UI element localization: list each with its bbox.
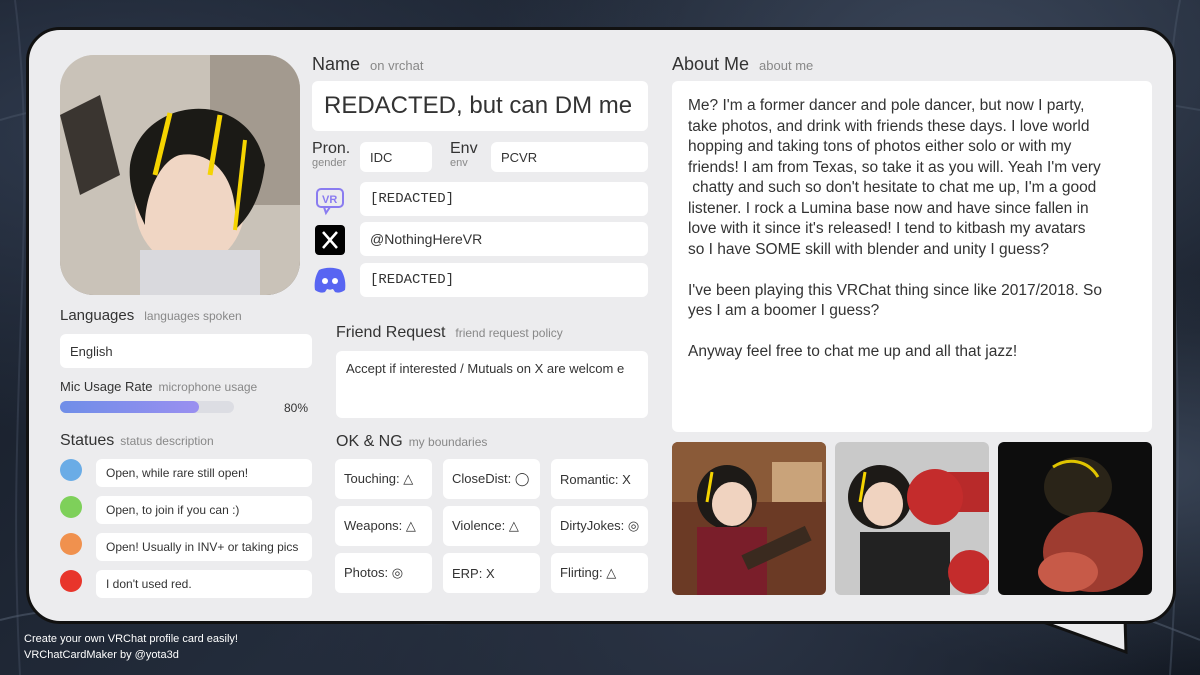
- env-label: Env env: [450, 140, 478, 170]
- friend-request-value: Accept if interested / Mutuals on X are …: [336, 351, 648, 418]
- name-value: REDACTED, but can DM me: [312, 81, 648, 131]
- name-heading: Name on vrchat: [312, 54, 424, 74]
- about-line: love with it since it's released! I tend…: [688, 220, 1086, 237]
- boundaries-heading: OK & NG my boundaries: [336, 433, 488, 450]
- about-heading: About Me about me: [672, 54, 814, 74]
- boundary-flirting: Flirting: △: [551, 553, 648, 593]
- boundary-photos: Photos: ◎: [335, 553, 432, 593]
- footer: Create your own VRChat profile card easi…: [24, 631, 238, 663]
- about-line: yes I am a boomer I guess?: [688, 302, 880, 319]
- boundary-dirtyjokes: DirtyJokes: ◎: [551, 506, 648, 546]
- x-handle-value: @NothingHereVR: [360, 222, 648, 256]
- boundary-erp: ERP: X: [443, 553, 540, 593]
- status-orange-text: Open! Usually in INV+ or taking pics: [96, 533, 312, 561]
- pronouns-label: Pron. gender: [312, 140, 351, 170]
- about-line: so I have SOME skill with blender and un…: [688, 240, 1049, 258]
- about-line: I've been playing this VRChat thing sinc…: [688, 281, 1102, 299]
- languages-value: English: [60, 334, 312, 368]
- mic-heading: Mic Usage Rate microphone usage: [60, 379, 258, 394]
- discord-value: [REDACTED]: [360, 263, 648, 297]
- avatar-photo: [60, 55, 300, 295]
- boundary-weapons: Weapons: △: [335, 506, 432, 546]
- languages-heading: Languages languages spoken: [60, 307, 242, 324]
- about-line: friends! I am from Texas, so take it as …: [688, 158, 1101, 176]
- footer-line-1: Create your own VRChat profile card easi…: [24, 633, 238, 645]
- status-dot-blue: [60, 459, 82, 481]
- about-line: Me? I'm a former dancer and pole dancer,…: [688, 97, 1085, 114]
- gallery-photo-2: [835, 442, 989, 595]
- statuses-heading: Statues status description: [60, 432, 214, 449]
- footer-line-2: VRChatCardMaker by @yota3d: [24, 649, 179, 661]
- status-dot-red: [60, 570, 82, 592]
- gallery-photo-3: [998, 442, 1152, 595]
- gallery-photo-1: [672, 442, 826, 595]
- boundary-closedist: CloseDist: ◯: [443, 459, 540, 499]
- status-dot-orange: [60, 533, 82, 555]
- vrchat-value: [REDACTED]: [360, 182, 648, 216]
- boundary-touching: Touching: △: [335, 459, 432, 499]
- status-blue-text: Open, while rare still open!: [96, 459, 312, 487]
- status-dot-green: [60, 496, 82, 518]
- discord-icon: [312, 263, 348, 297]
- about-line: listener. I rock a Lumina base now and h…: [688, 199, 1089, 217]
- about-line: [688, 322, 1136, 343]
- pronouns-value: IDC: [360, 142, 432, 172]
- friend-request-heading: Friend Request friend request policy: [336, 324, 563, 341]
- mic-percent: 80%: [284, 401, 309, 415]
- about-line: hopping and taking tons of photos either…: [688, 138, 1072, 155]
- about-line: Anyway feel free to chat me up and all t…: [688, 343, 1018, 360]
- about-line: [688, 260, 1136, 281]
- x-twitter-icon: [312, 223, 348, 257]
- about-line: chatty and such so don't hesitate to cha…: [688, 179, 1097, 196]
- vrchat-icon: VR: [312, 183, 348, 217]
- boundary-violence: Violence: △: [443, 506, 540, 546]
- env-value: PCVR: [491, 142, 648, 172]
- svg-text:VR: VR: [322, 194, 337, 206]
- about-line: take photos, and drink with friends thes…: [688, 117, 1090, 135]
- boundary-romantic: Romantic: X: [551, 459, 648, 499]
- mic-usage-fill: [60, 401, 200, 413]
- status-green-text: Open, to join if you can :): [96, 496, 312, 524]
- mic-usage-bar: [60, 401, 234, 413]
- status-red-text: I don't used red.: [96, 570, 312, 598]
- about-text: Me? I'm a former dancer and pole dancer,…: [672, 81, 1152, 432]
